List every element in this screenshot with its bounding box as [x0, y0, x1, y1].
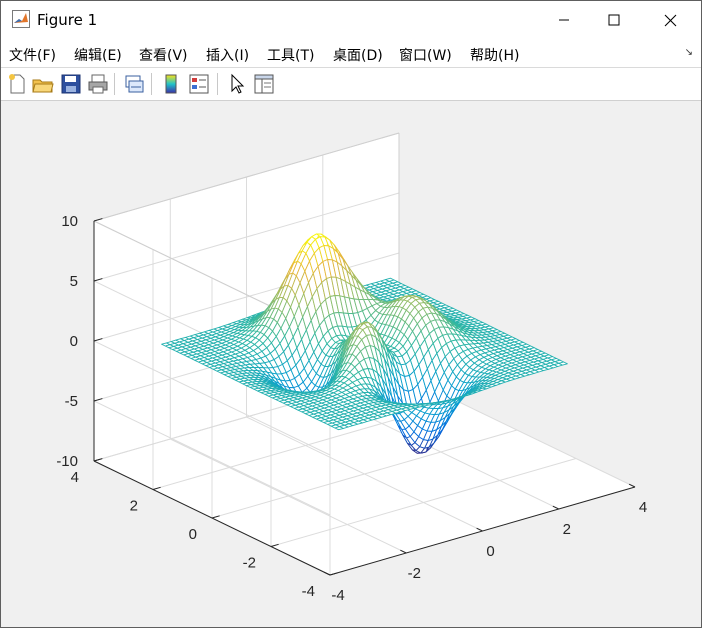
colorbar-icon[interactable]	[160, 72, 184, 96]
z-tick-label: 0	[70, 333, 78, 350]
legend-icon[interactable]	[187, 72, 211, 96]
x-tick-label: 4	[639, 499, 647, 516]
menu-tools[interactable]: 工具(T)	[267, 45, 314, 65]
maximize-button[interactable]	[591, 1, 637, 39]
z-tick-label: 5	[70, 273, 78, 290]
x-tick-label: 2	[563, 521, 571, 538]
save-icon[interactable]	[59, 72, 83, 96]
y-tick-label: 0	[189, 526, 197, 543]
toolbar	[1, 68, 701, 101]
toolbar-separator	[114, 73, 115, 95]
z-tick-label: -5	[65, 393, 78, 410]
minimize-icon	[559, 19, 569, 21]
figure-window: Figure 1 文件(F) 编辑(E) 查看(V) 插入(I) 工具(T) 桌…	[0, 0, 702, 628]
new-figure-icon[interactable]	[5, 72, 29, 96]
x-tick-label: -2	[408, 565, 421, 582]
dock-arrow-icon[interactable]: ↘	[685, 47, 693, 58]
y-tick-label: 4	[71, 469, 79, 486]
x-tick-label: -4	[331, 587, 344, 604]
close-icon	[664, 14, 676, 26]
menu-view[interactable]: 查看(V)	[139, 45, 188, 65]
y-tick-label: -2	[243, 555, 256, 572]
mesh-plot[interactable]: -4-2024-4-2024-10-50510	[1, 101, 701, 627]
toolbar-separator	[151, 73, 152, 95]
print-icon[interactable]	[86, 72, 110, 96]
toolbar-separator	[217, 73, 218, 95]
x-tick-label: 0	[486, 543, 494, 560]
menu-bar: 文件(F) 编辑(E) 查看(V) 插入(I) 工具(T) 桌面(D) 窗口(W…	[1, 39, 701, 68]
menu-file[interactable]: 文件(F)	[9, 45, 56, 65]
link-plot-icon[interactable]	[122, 72, 146, 96]
pointer-icon[interactable]	[225, 72, 249, 96]
menu-insert[interactable]: 插入(I)	[206, 45, 249, 65]
menu-help[interactable]: 帮助(H)	[470, 45, 519, 65]
menu-desktop[interactable]: 桌面(D)	[333, 45, 383, 65]
z-tick-label: 10	[61, 213, 78, 230]
y-tick-label: -4	[302, 583, 315, 600]
property-inspector-icon[interactable]	[252, 72, 276, 96]
maximize-icon	[608, 14, 620, 26]
close-button[interactable]	[647, 1, 693, 39]
menu-window[interactable]: 窗口(W)	[399, 45, 452, 65]
title-bar[interactable]: Figure 1	[1, 1, 701, 39]
y-tick-label: 2	[130, 498, 138, 515]
window-title: Figure 1	[37, 11, 98, 29]
z-tick-label: -10	[56, 453, 78, 470]
menu-edit[interactable]: 编辑(E)	[74, 45, 122, 65]
minimize-button[interactable]	[541, 1, 587, 39]
open-file-icon[interactable]	[31, 72, 55, 96]
matlab-logo-icon	[12, 10, 30, 28]
figure-canvas[interactable]: -4 -2 0 2 4 -4 -2 0 2 4 -10 -5 0 5 10	[1, 101, 701, 627]
